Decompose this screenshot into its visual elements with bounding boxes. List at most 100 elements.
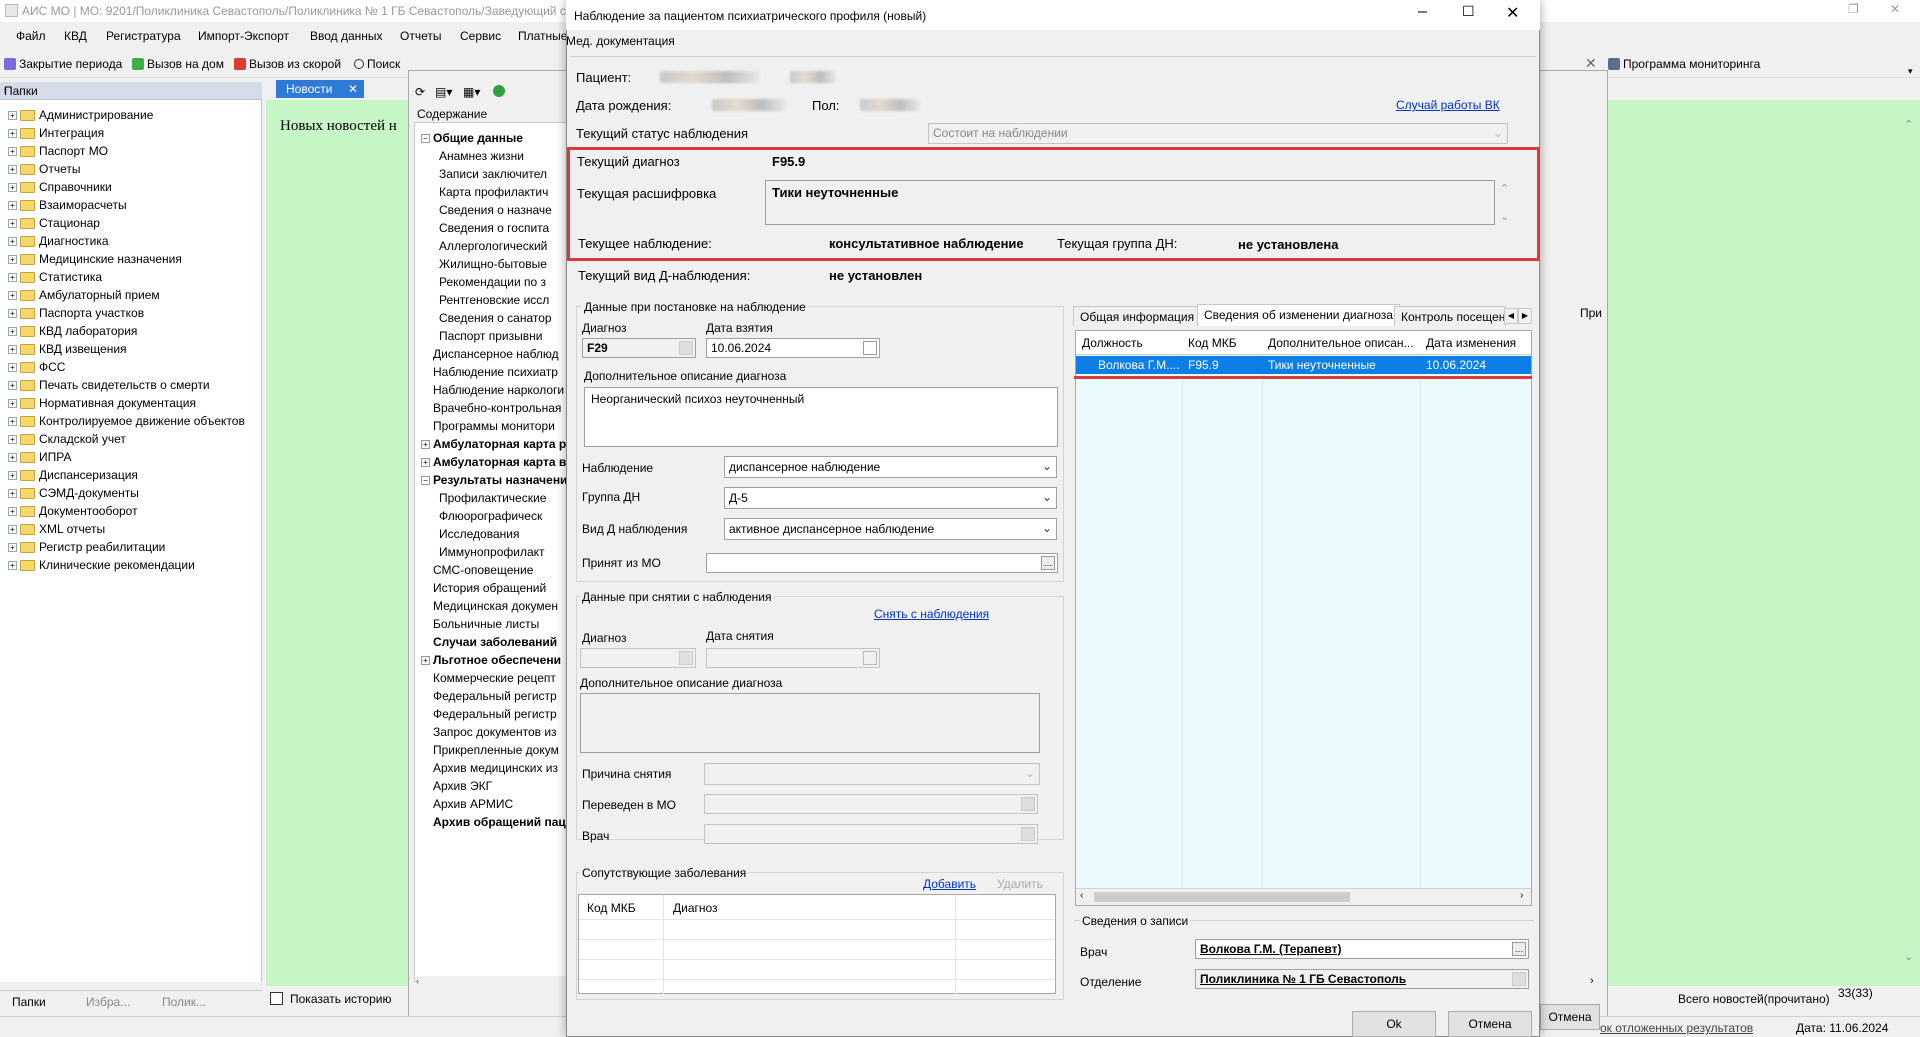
expand-icon[interactable]: + bbox=[8, 398, 17, 408]
content-tree-item[interactable]: История обращений bbox=[415, 579, 573, 597]
content-tree-item[interactable]: Рекомендации по з bbox=[415, 273, 573, 291]
scroll-left-icon[interactable]: ‹ bbox=[1080, 890, 1083, 901]
content-tree-item[interactable]: − Результаты назначени bbox=[415, 471, 573, 489]
tab-scroll-right-icon[interactable]: ▶ bbox=[1518, 308, 1532, 324]
export-icon[interactable]: ▦▾ bbox=[463, 85, 480, 99]
menu-data-input[interactable]: Ввод данных bbox=[310, 29, 383, 43]
expand-icon[interactable]: + bbox=[421, 457, 430, 467]
scroll-right-icon[interactable]: › bbox=[1520, 890, 1523, 901]
ellipsis-icon[interactable] bbox=[1021, 797, 1035, 811]
reg-extra-field[interactable]: Неорганический психоз неуточненный bbox=[584, 387, 1058, 447]
close-icon[interactable]: ✕ bbox=[1585, 55, 1597, 72]
content-tree-item[interactable]: СМС-оповещение bbox=[415, 561, 573, 579]
deferred-results-link[interactable]: ок отложенных результатов bbox=[1600, 1021, 1753, 1035]
content-tree-item[interactable]: Наблюдение психиатр bbox=[415, 363, 573, 381]
folder-item[interactable]: + Отчеты bbox=[8, 160, 245, 178]
grid-hscroll[interactable]: ‹ › bbox=[1076, 888, 1531, 905]
expand-icon[interactable]: + bbox=[8, 272, 17, 282]
pin-icon[interactable]: ᵻ bbox=[4, 84, 256, 96]
folder-item[interactable]: + Клинические рекомендации bbox=[8, 556, 245, 574]
expand-icon[interactable]: + bbox=[8, 182, 17, 192]
folder-item[interactable]: + Контролируемое движение объектов bbox=[8, 412, 245, 430]
folder-item[interactable]: + Амбулаторный прием bbox=[8, 286, 245, 304]
lookup-icon[interactable] bbox=[1512, 972, 1526, 986]
close-tab-icon[interactable]: ✕ bbox=[348, 82, 358, 96]
toolbar-overflow-icon[interactable]: ▾ bbox=[1908, 66, 1913, 77]
content-tree-item[interactable]: + Амбулаторная карта р bbox=[415, 435, 573, 453]
folder-item[interactable]: + XML отчеты bbox=[8, 520, 245, 538]
dereg-diag-field[interactable] bbox=[580, 648, 696, 668]
menu-kvd[interactable]: КВД bbox=[64, 29, 87, 43]
reg-from-field[interactable]: … bbox=[706, 553, 1058, 573]
folder-item[interactable]: + КВД извещения bbox=[8, 340, 245, 358]
content-tree-item[interactable]: Диспансерное наблюд bbox=[415, 345, 573, 363]
expand-icon[interactable]: + bbox=[421, 439, 430, 449]
content-tree-item[interactable]: Больничные листы bbox=[415, 615, 573, 633]
reg-obs-select[interactable]: диспансерное наблюдение ⌄ bbox=[724, 456, 1057, 478]
expand-icon[interactable]: + bbox=[8, 488, 17, 498]
expand-icon[interactable]: + bbox=[421, 655, 430, 665]
folder-item[interactable]: + Документооборот bbox=[8, 502, 245, 520]
tab-favorites[interactable]: Избра... bbox=[86, 995, 130, 1009]
folder-item[interactable]: + ФСС bbox=[8, 358, 245, 376]
content-tree-item[interactable]: Врачебно-контрольная bbox=[415, 399, 573, 417]
refresh-icon[interactable]: ⟳ bbox=[415, 85, 425, 99]
content-tree-item[interactable]: Наблюдение наркологи bbox=[415, 381, 573, 399]
folder-item[interactable]: + КВД лаборатория bbox=[8, 322, 245, 340]
ellipsis-icon[interactable] bbox=[1021, 827, 1035, 841]
minimize-icon[interactable]: – bbox=[1418, 3, 1427, 21]
content-tree-item[interactable]: Паспорт призывни bbox=[415, 327, 573, 345]
status-select[interactable]: Состоит на наблюдении ⌄ bbox=[928, 123, 1508, 144]
cancel-button[interactable]: Отмена bbox=[1448, 1011, 1532, 1037]
content-tree-item[interactable]: Записи заключител bbox=[415, 165, 573, 183]
news-scroll-up-icon[interactable]: ⌃ bbox=[1904, 118, 1913, 131]
expand-icon[interactable]: + bbox=[8, 506, 17, 516]
folder-item[interactable]: + ИПРА bbox=[8, 448, 245, 466]
calendar-icon[interactable] bbox=[863, 341, 877, 355]
content-tree-item[interactable]: Иммунопрофилакт bbox=[415, 543, 573, 561]
lookup-icon[interactable] bbox=[679, 341, 693, 355]
folder-item[interactable]: + Интеграция bbox=[8, 124, 245, 142]
record-dept-field[interactable]: Поликлиника № 1 ГБ Севастополь bbox=[1195, 969, 1529, 989]
folder-item[interactable]: + Паспорт МО bbox=[8, 142, 245, 160]
expand-icon[interactable]: + bbox=[8, 110, 17, 120]
tab-pri[interactable]: При bbox=[1580, 306, 1602, 320]
dereg-reason-select[interactable]: ⌄ bbox=[704, 763, 1040, 785]
comorbid-delete-link[interactable]: Удалить bbox=[997, 877, 1043, 891]
content-tree-item[interactable]: Архив медицинских из bbox=[415, 759, 573, 777]
tab-news[interactable]: Новости ✕ bbox=[276, 80, 364, 98]
content-tree-item[interactable]: Флюорографическ bbox=[415, 507, 573, 525]
dereg-moved-field[interactable] bbox=[704, 794, 1038, 814]
expand-icon[interactable]: + bbox=[8, 416, 17, 426]
grid-col-extra-desc[interactable]: Дополнительное описан... bbox=[1268, 336, 1414, 350]
expand-icon[interactable]: + bbox=[8, 290, 17, 300]
content-tree-item[interactable]: Карта профилактич bbox=[415, 183, 573, 201]
comorbid-add-link[interactable]: Добавить bbox=[923, 877, 976, 891]
content-tree-item[interactable]: Сведения о госпита bbox=[415, 219, 573, 237]
expand-icon[interactable]: + bbox=[8, 560, 17, 570]
table-row[interactable]: Волкова Г.М.... F95.9 Тики неуточненные … bbox=[1076, 356, 1531, 374]
remove-observation-link[interactable]: Снять с наблюдения bbox=[874, 607, 989, 621]
folder-item[interactable]: + Взаиморасчеты bbox=[8, 196, 245, 214]
content-tree-item[interactable]: Архив обращений паци bbox=[415, 813, 573, 831]
tab-scroll-left-icon[interactable]: ◀ bbox=[1504, 308, 1518, 324]
expand-icon[interactable]: + bbox=[8, 470, 17, 480]
folder-item[interactable]: + Регистр реабилитации bbox=[8, 538, 245, 556]
tab-diagnosis-changes[interactable]: Сведения об изменении диагноза bbox=[1197, 304, 1400, 326]
reg-type-select[interactable]: активное диспансерное наблюдение ⌄ bbox=[724, 518, 1057, 540]
cancel-background-button[interactable]: Отмена bbox=[1540, 1004, 1600, 1030]
record-scroll-right-icon[interactable]: › bbox=[1590, 975, 1594, 987]
expand-icon[interactable]: + bbox=[8, 236, 17, 246]
expand-icon[interactable]: + bbox=[8, 524, 17, 534]
expand-icon[interactable]: − bbox=[421, 475, 430, 485]
expand-icon[interactable]: + bbox=[8, 308, 17, 318]
grid-col-position[interactable]: Должность bbox=[1082, 336, 1143, 350]
dialog-menu-med-docs[interactable]: Мед. документация bbox=[566, 34, 675, 48]
folder-item[interactable]: + Нормативная документация bbox=[8, 394, 245, 412]
tab-polyclinic[interactable]: Полик... bbox=[162, 995, 206, 1009]
show-history-checkbox[interactable] bbox=[270, 992, 283, 1005]
content-tree-item[interactable]: − Общие данные bbox=[415, 129, 573, 147]
content-tree-item[interactable]: Прикрепленные докум bbox=[415, 741, 573, 759]
dereg-date-field[interactable] bbox=[706, 648, 880, 668]
calendar-icon[interactable] bbox=[863, 651, 877, 665]
